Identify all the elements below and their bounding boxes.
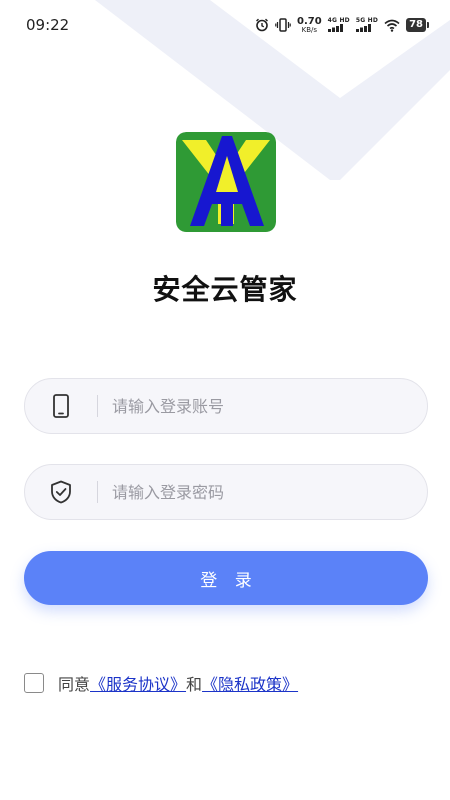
password-input[interactable] xyxy=(110,481,427,503)
net-speed-value: 0.70 xyxy=(296,15,322,27)
status-time: 09:22 xyxy=(26,16,70,34)
vibrate-icon xyxy=(275,18,291,32)
shield-check-icon xyxy=(51,480,71,504)
phone-icon xyxy=(53,394,69,418)
password-field[interactable] xyxy=(24,464,428,520)
app-title: 安全云管家 xyxy=(152,273,298,306)
wifi-icon xyxy=(384,19,400,32)
signal-icon xyxy=(355,24,371,32)
agreement-prefix: 同意 xyxy=(58,675,91,694)
agreement-checkbox[interactable] xyxy=(24,673,44,693)
field-divider xyxy=(97,481,98,503)
signal-5g: 5G HD xyxy=(355,18,378,32)
login-button[interactable]: 登 录 xyxy=(24,551,428,605)
alarm-icon xyxy=(256,18,268,32)
signal-4g: 4G HD xyxy=(327,18,350,32)
account-field[interactable] xyxy=(24,378,428,434)
account-input[interactable] xyxy=(110,395,427,417)
agreement-conjunction: 和 xyxy=(186,675,203,694)
field-divider xyxy=(97,395,98,417)
status-bar: 09:22 0.70 KB/s 4G HD 5G HD 78 xyxy=(0,0,450,50)
status-icons: 0.70 KB/s 4G HD 5G HD 78 xyxy=(255,15,429,34)
net-speed: 0.70 KB/s xyxy=(296,15,322,34)
terms-link[interactable]: 《服务协议》 xyxy=(90,671,186,695)
signal-icon xyxy=(327,24,343,32)
battery-icon: 78 xyxy=(406,18,429,32)
agreement-row: 同意 《服务协议》 和 《隐私政策》 xyxy=(24,671,298,695)
app-logo xyxy=(176,132,276,232)
net-speed-unit: KB/s xyxy=(301,25,318,34)
privacy-link[interactable]: 《隐私政策》 xyxy=(202,671,298,695)
